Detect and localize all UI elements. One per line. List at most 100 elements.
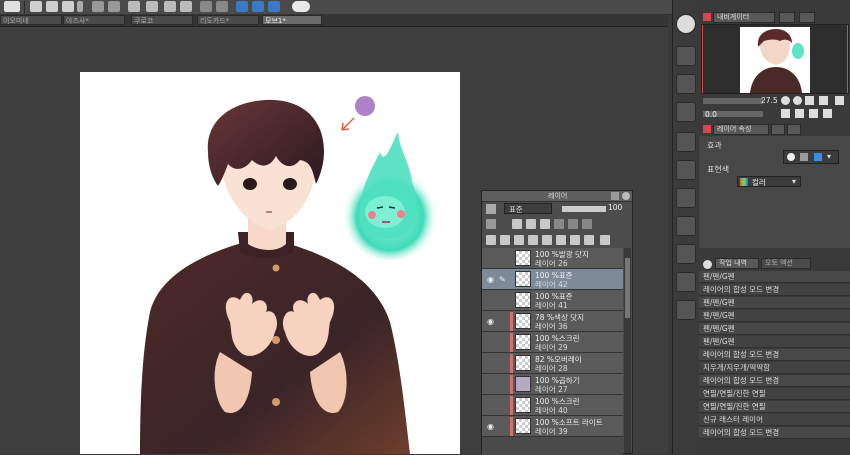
- history-item[interactable]: 펜/펜/G펜: [699, 297, 850, 309]
- eye-icon[interactable]: ◉: [487, 275, 494, 284]
- tab-information[interactable]: [799, 12, 815, 23]
- redo-icon[interactable]: [108, 1, 120, 12]
- help-icon[interactable]: [292, 1, 310, 12]
- lock-transparency-icon[interactable]: [554, 219, 564, 229]
- reset-rotation-icon[interactable]: [809, 109, 818, 118]
- tab-layer-property-2[interactable]: [771, 124, 785, 135]
- layer-row[interactable]: ◉ 78 %색상 닷지 레이어 36: [482, 311, 623, 332]
- mask-enable-icon[interactable]: [582, 219, 592, 229]
- opacity-value[interactable]: 100: [608, 203, 622, 212]
- close-icon[interactable]: [622, 192, 630, 200]
- flip-vertical-icon[interactable]: [823, 109, 832, 118]
- brush-size-icon[interactable]: [676, 244, 696, 264]
- merge-layer-icon[interactable]: [556, 235, 566, 245]
- approximate-color-icon[interactable]: [676, 132, 696, 152]
- tab-navigator[interactable]: 내비게이터: [713, 12, 775, 23]
- eye-icon[interactable]: ◉: [487, 422, 494, 431]
- layer-color-effect-icon[interactable]: [814, 153, 822, 161]
- effect-buttons[interactable]: ▾: [783, 150, 839, 164]
- color-wheel-icon[interactable]: [676, 46, 696, 66]
- snap-grid-icon[interactable]: [268, 1, 280, 12]
- actual-size-icon[interactable]: [819, 96, 828, 105]
- history-item[interactable]: 펜/펜/G펜: [699, 323, 850, 335]
- rotation-value[interactable]: 0.0: [705, 110, 717, 119]
- history-item[interactable]: 펜/펜/G펜: [699, 271, 850, 283]
- navigator-preview[interactable]: [701, 24, 849, 94]
- tone-effect-icon[interactable]: [800, 153, 808, 161]
- zoom-slider[interactable]: [703, 98, 763, 104]
- zoom-value[interactable]: 27.5: [761, 96, 778, 105]
- history-item[interactable]: 연필/연필/진한 연필: [699, 401, 850, 413]
- chevron-down-icon[interactable]: ▾: [827, 152, 831, 161]
- layer-panel-titlebar[interactable]: 레이어: [482, 191, 632, 202]
- search-icon[interactable]: [676, 14, 696, 34]
- snap-icon[interactable]: [200, 1, 212, 12]
- tab-layer-property-3[interactable]: [787, 124, 801, 135]
- create-mask-icon[interactable]: [570, 235, 580, 245]
- undo-icon[interactable]: [92, 1, 104, 12]
- history-item[interactable]: 레이어의 합성 모드 변경: [699, 349, 850, 361]
- ruler-icon[interactable]: [216, 1, 228, 12]
- clear-selection-icon[interactable]: [128, 1, 140, 12]
- intermediate-color-icon[interactable]: [676, 102, 696, 122]
- history-item[interactable]: 레이어의 합성 모드 변경: [699, 375, 850, 387]
- sub-tool-icon[interactable]: [676, 188, 696, 208]
- layer-list-scrollbar[interactable]: [624, 248, 631, 453]
- tab-document-5[interactable]: 모브1*: [262, 15, 322, 25]
- draft-layer-icon[interactable]: [540, 219, 550, 229]
- snap-ruler-icon[interactable]: [236, 1, 248, 12]
- delete-layer-icon[interactable]: [600, 235, 610, 245]
- rotate-left-icon[interactable]: [781, 109, 790, 118]
- border-effect-icon[interactable]: [787, 153, 795, 161]
- minimize-icon[interactable]: [611, 192, 619, 200]
- apply-mask-icon[interactable]: [584, 235, 594, 245]
- flip-horizontal-icon[interactable]: [835, 96, 844, 105]
- new-raster-layer-icon[interactable]: [500, 235, 510, 245]
- fill-icon[interactable]: [164, 1, 176, 12]
- tab-sub-view[interactable]: [779, 12, 795, 23]
- tab-document-3[interactable]: 쿠로코: [131, 15, 193, 25]
- transfer-down-icon[interactable]: [542, 235, 552, 245]
- history-item[interactable]: 펜/펜/G펜: [699, 310, 850, 322]
- fit-window-icon[interactable]: [805, 96, 814, 105]
- layer-row[interactable]: 100 %스크린 레이어 29: [482, 332, 623, 353]
- material-icon[interactable]: [676, 272, 696, 292]
- layer-row[interactable]: 82 %오버레이 레이어 28: [482, 353, 623, 374]
- save-dropdown-icon[interactable]: [77, 1, 83, 12]
- expression-color-select[interactable]: 컬러 ▾: [737, 176, 801, 187]
- layer-row[interactable]: ◉ 100 %소프트 라이트 레이어 39: [482, 416, 623, 437]
- history-item[interactable]: 지우개/지우개/딱딱함: [699, 362, 850, 374]
- new-file-icon[interactable]: [30, 1, 42, 12]
- scrollbar-thumb[interactable]: [625, 258, 630, 318]
- new-folder-icon[interactable]: [528, 235, 538, 245]
- tab-auto-action[interactable]: 오토 액션: [761, 258, 811, 269]
- blend-mode-select[interactable]: 표준: [504, 203, 552, 214]
- history-item[interactable]: 연필/연필/진한 연필: [699, 388, 850, 400]
- history-item[interactable]: 레이어의 합성 모드 변경: [699, 284, 850, 296]
- sub-view-icon[interactable]: [676, 300, 696, 320]
- history-list[interactable]: 펜/펜/G펜 레이어의 합성 모드 변경 펜/펜/G펜 펜/펜/G펜 펜/펜/G…: [699, 271, 850, 454]
- color-history-icon[interactable]: [676, 160, 696, 180]
- layer-lines-icon[interactable]: [486, 235, 496, 245]
- layer-menu-icon[interactable]: [486, 204, 496, 214]
- open-file-icon[interactable]: [46, 1, 58, 12]
- snap-special-ruler-icon[interactable]: [252, 1, 264, 12]
- reference-layer-icon[interactable]: [526, 219, 536, 229]
- color-set-icon[interactable]: [676, 74, 696, 94]
- opacity-slider[interactable]: [562, 206, 606, 212]
- eye-icon[interactable]: ◉: [487, 317, 494, 326]
- tab-layer-property[interactable]: 레이어 속성: [713, 124, 769, 135]
- history-item[interactable]: 레이어의 합성 모드 변경: [699, 427, 850, 439]
- layer-row[interactable]: ◉ ✎ 100 %표준 레이어 42: [482, 269, 623, 290]
- layer-row[interactable]: 100 %발광 닷지 레이어 26: [482, 248, 623, 269]
- logo-icon[interactable]: [4, 1, 20, 12]
- layer-row[interactable]: 100 %표준 레이어 41: [482, 290, 623, 311]
- history-item[interactable]: 펜/펜/G펜: [699, 336, 850, 348]
- tab-document-1[interactable]: 이오미네: [0, 15, 62, 25]
- transform-icon[interactable]: [146, 1, 158, 12]
- layer-color-icon[interactable]: [486, 219, 496, 229]
- tab-history[interactable]: 작업 내역: [715, 258, 759, 269]
- crop-icon[interactable]: [180, 1, 192, 12]
- new-vector-layer-icon[interactable]: [514, 235, 524, 245]
- lock-layer-icon[interactable]: [568, 219, 578, 229]
